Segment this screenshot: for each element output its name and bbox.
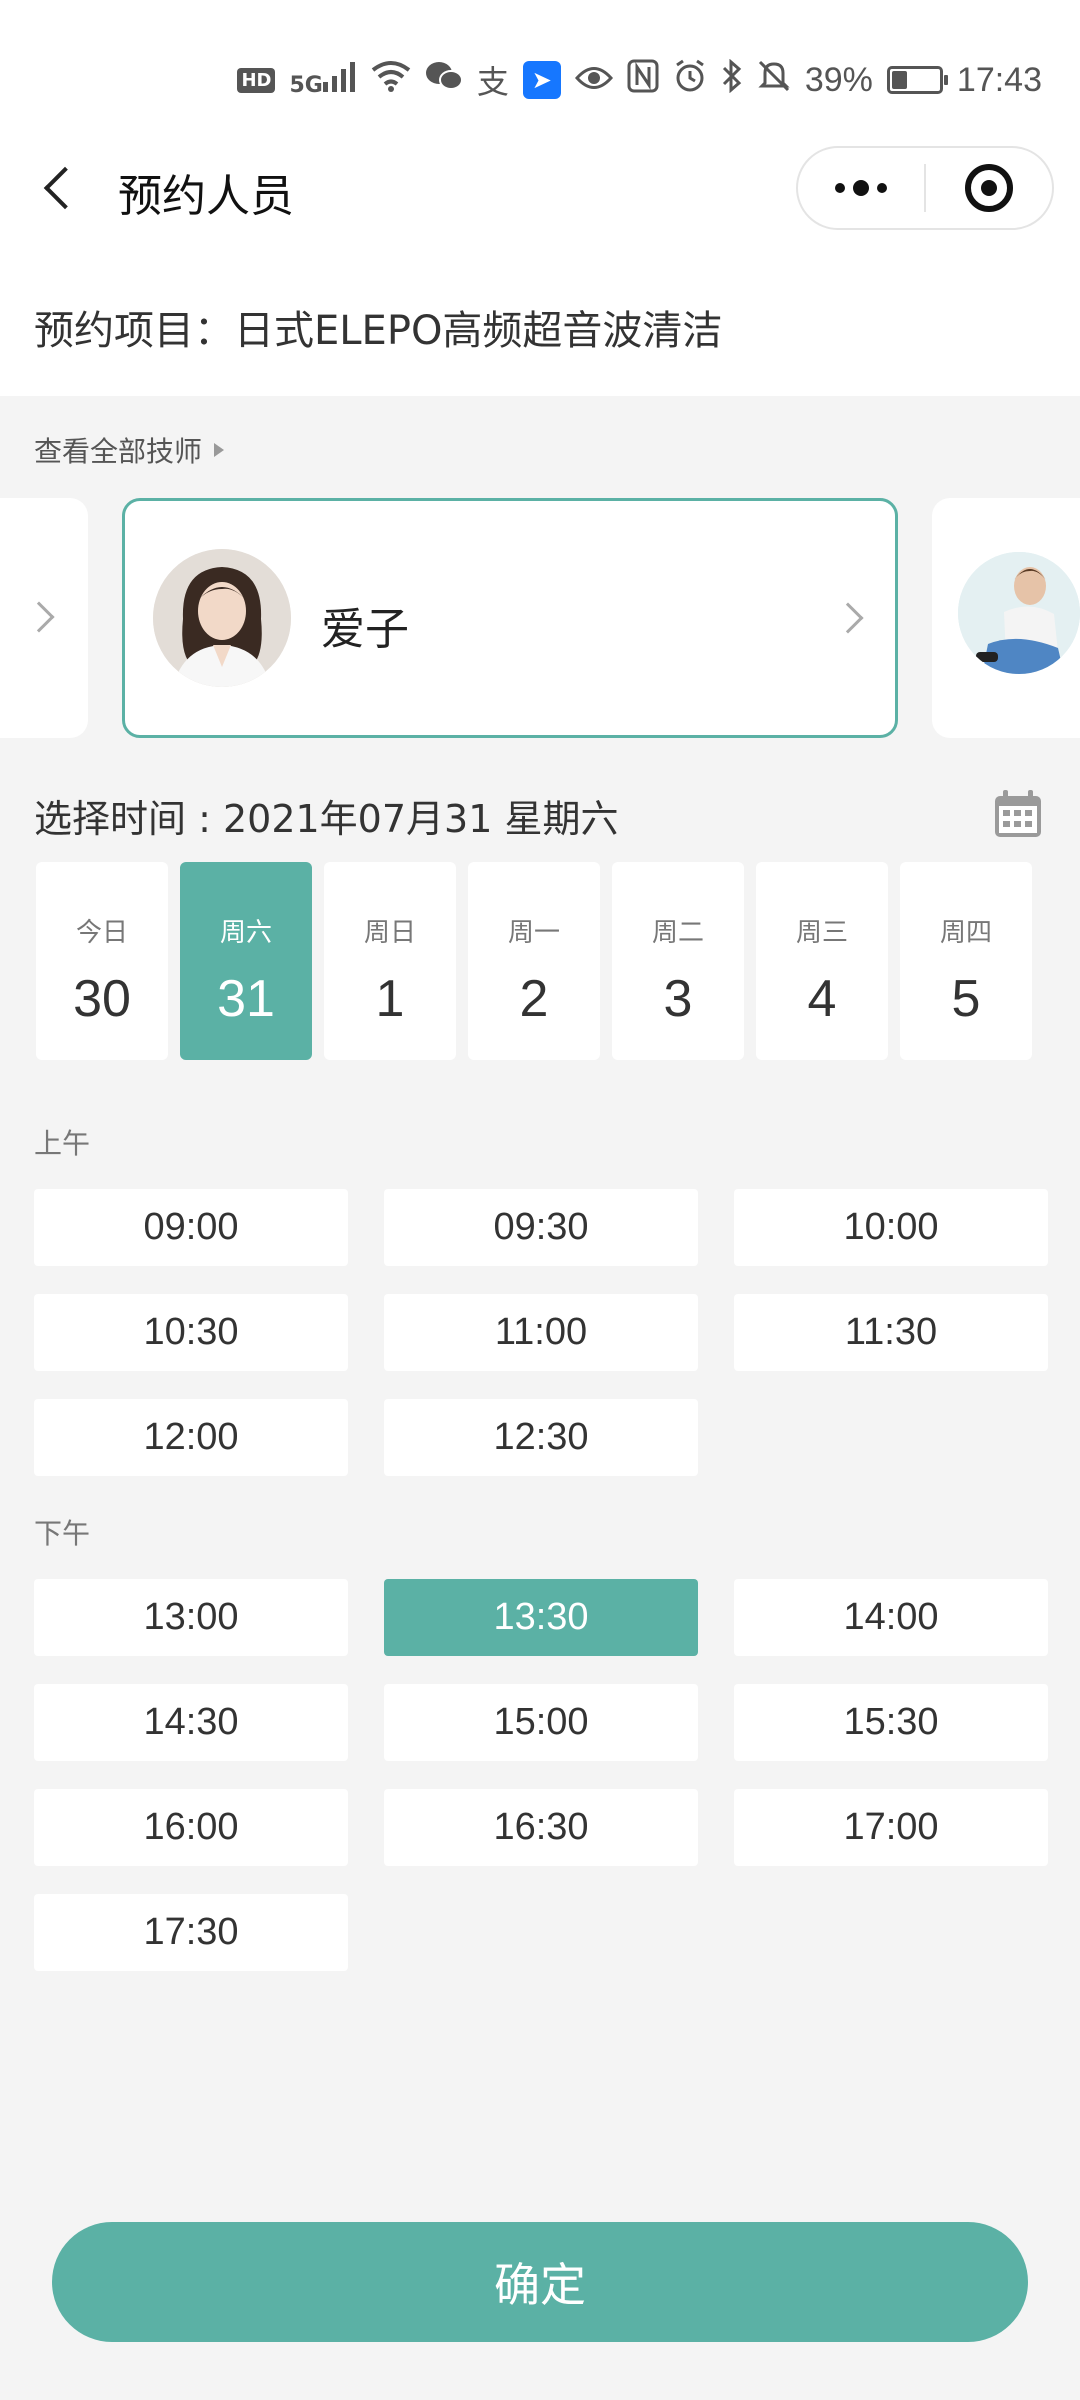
wifi-icon — [371, 60, 411, 101]
mute-icon — [757, 59, 791, 102]
time-slot[interactable]: 12:30 — [384, 1399, 698, 1476]
morning-section-label: 上午 — [34, 1127, 91, 1160]
day-number: 2 — [519, 970, 549, 1028]
day-item[interactable]: 周一 2 — [468, 862, 600, 1060]
network-type: 5G — [289, 73, 323, 98]
chevron-right-icon — [23, 601, 55, 633]
afternoon-section-label: 下午 — [34, 1517, 91, 1550]
day-selected[interactable]: 周六 31 — [180, 862, 312, 1060]
chevron-left-icon — [43, 166, 87, 210]
nav-bar: 预约人员 — [0, 140, 1080, 236]
time-slot[interactable]: 14:00 — [734, 1579, 1048, 1656]
day-weekday: 周四 — [939, 918, 992, 948]
day-number: 1 — [375, 970, 405, 1028]
alipay-icon: 支 — [476, 63, 509, 101]
technician-name: 爱子 — [321, 604, 409, 655]
day-weekday: 周二 — [651, 918, 704, 948]
avatar — [153, 549, 291, 687]
day-item[interactable]: 周二 3 — [612, 862, 744, 1060]
day-weekday: 周一 — [507, 918, 560, 948]
bluetooth-icon — [721, 58, 743, 102]
signal-icon: 5G — [289, 62, 356, 98]
time-slot[interactable]: 14:30 — [34, 1684, 348, 1761]
dingtalk-icon: ➤ — [522, 61, 561, 99]
day-selector: 今日 30 周六 31 周日 1 周一 2 周二 3 周三 4 周四 5 — [36, 862, 1032, 1060]
more-button[interactable] — [798, 148, 924, 228]
view-all-label: 查看全部技师 — [34, 435, 203, 468]
day-number: 30 — [73, 970, 131, 1028]
time-slot[interactable]: 09:30 — [384, 1189, 698, 1266]
day-number: 31 — [217, 970, 275, 1028]
day-weekday: 周三 — [795, 918, 848, 948]
time-slot[interactable]: 12:00 — [34, 1399, 348, 1476]
technician-card-next[interactable] — [932, 498, 1080, 738]
mini-program-capsule — [796, 146, 1054, 230]
chevron-right-icon — [832, 602, 864, 634]
morning-time-slots: 09:00 09:30 10:00 10:30 11:00 11:30 12:0… — [34, 1189, 1048, 1476]
status-time: 17:43 — [956, 60, 1042, 99]
time-slot[interactable]: 17:30 — [34, 1894, 348, 1971]
day-item[interactable]: 周四 5 — [900, 862, 1032, 1060]
day-item[interactable]: 周三 4 — [756, 862, 888, 1060]
battery-percent: 39% — [804, 60, 873, 99]
hd-icon: HD — [237, 67, 276, 93]
selected-date-label: 选择时间 : 2021年07月31 星期六 — [34, 797, 619, 841]
time-slot-selected[interactable]: 13:30 — [384, 1579, 698, 1656]
day-number: 5 — [951, 970, 981, 1028]
nfc-icon — [627, 59, 659, 102]
time-slot[interactable]: 13:00 — [34, 1579, 348, 1656]
time-slot[interactable]: 17:00 — [734, 1789, 1048, 1866]
technician-card-previous[interactable] — [0, 498, 88, 738]
status-bar: HD 5G 支 ➤ 39% 17:43 — [0, 50, 1080, 110]
time-slot[interactable]: 10:00 — [734, 1189, 1048, 1266]
page-title: 预约人员 — [118, 171, 294, 222]
day-today[interactable]: 今日 30 — [36, 862, 168, 1060]
day-weekday: 今日 — [75, 918, 128, 948]
alarm-icon — [673, 59, 707, 102]
time-slot[interactable]: 09:00 — [34, 1189, 348, 1266]
wechat-icon — [425, 60, 463, 101]
target-icon — [964, 164, 1013, 212]
back-button[interactable] — [30, 154, 90, 222]
confirm-button[interactable]: 确定 — [52, 2222, 1028, 2342]
view-all-technicians-link[interactable]: 查看全部技师 — [34, 430, 225, 470]
more-icon — [835, 183, 845, 193]
time-slot[interactable]: 15:30 — [734, 1684, 1048, 1761]
day-number: 4 — [807, 970, 837, 1028]
day-weekday: 周六 — [219, 918, 272, 948]
eye-icon — [574, 60, 613, 100]
calendar-icon[interactable] — [992, 788, 1044, 840]
day-weekday: 周日 — [363, 918, 416, 948]
project-name: 预约项目：日式ELEPO高频超音波清洁 — [34, 308, 723, 354]
close-mini-program-button[interactable] — [926, 148, 1052, 228]
afternoon-time-slots: 13:00 13:30 14:00 14:30 15:00 15:30 16:0… — [34, 1579, 1048, 1971]
time-slot[interactable]: 15:00 — [384, 1684, 698, 1761]
time-slot[interactable]: 16:30 — [384, 1789, 698, 1866]
time-slot[interactable]: 16:00 — [34, 1789, 348, 1866]
time-slot[interactable]: 11:30 — [734, 1294, 1048, 1371]
day-item[interactable]: 周日 1 — [324, 862, 456, 1060]
battery-icon — [886, 66, 948, 94]
technician-card-selected[interactable]: 爱子 — [122, 498, 898, 738]
triangle-right-icon — [214, 443, 225, 457]
avatar — [958, 552, 1080, 674]
day-number: 3 — [663, 970, 693, 1028]
time-slot[interactable]: 11:00 — [384, 1294, 698, 1371]
time-slot[interactable]: 10:30 — [34, 1294, 348, 1371]
